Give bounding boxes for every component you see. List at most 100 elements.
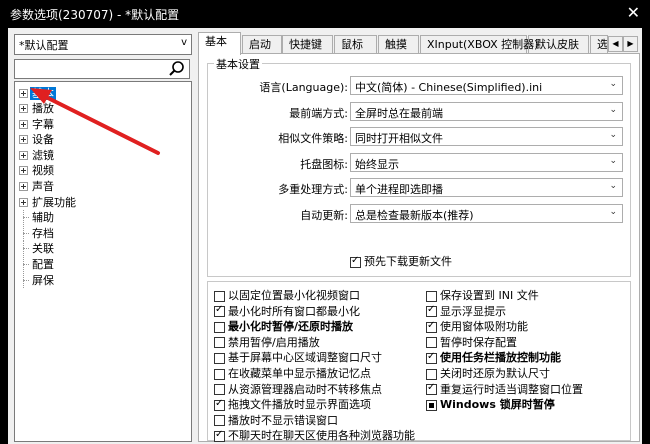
checkbox-label: 在收藏菜单中显示播放记忆点: [228, 367, 371, 380]
tree-item-label: 扩展功能: [32, 195, 76, 209]
tab-item[interactable]: 基本: [198, 32, 241, 55]
expand-plus-icon[interactable]: [19, 135, 28, 145]
checkbox-box[interactable]: [426, 382, 437, 396]
option-checkbox[interactable]: 使用窗体吸附功能: [426, 318, 528, 334]
tree-item-label: 滤镜: [32, 148, 54, 162]
tree-item[interactable]: 基本: [15, 85, 191, 101]
checkbox-box[interactable]: [214, 398, 225, 411]
option-checkbox[interactable]: 保存设置到 INI 文件: [426, 287, 539, 303]
tab-item[interactable]: 快捷键: [282, 35, 333, 54]
checkbox-box[interactable]: [214, 321, 225, 333]
tab-scroll-left-icon[interactable]: ◀: [608, 36, 623, 52]
expand-plus-icon[interactable]: [19, 182, 28, 192]
option-checkbox[interactable]: 以固定位置最小化视频窗口: [214, 287, 360, 303]
checkbox-box[interactable]: [426, 290, 437, 302]
tree-line-icon: [19, 257, 29, 273]
checkbox-box[interactable]: [426, 351, 437, 364]
setting-label: 多重处理方式:: [278, 183, 348, 196]
option-checkbox[interactable]: 显示浮显提示: [426, 303, 506, 319]
checkbox-label: 保存设置到 INI 文件: [440, 289, 539, 302]
option-checkbox[interactable]: 从资源管理器启动时不转移焦点: [214, 381, 382, 397]
option-checkbox[interactable]: Windows 锁屏时暂停: [426, 396, 555, 412]
search-input[interactable]: [17, 61, 167, 77]
setting-dropdown[interactable]: 总是检查最新版本(推荐) ⌄: [350, 203, 623, 223]
option-checkbox[interactable]: 播放时不显示错误窗口: [214, 412, 338, 428]
tree-item[interactable]: 扩展功能: [15, 194, 191, 210]
setting-dropdown[interactable]: 中文(简体) - Chinese(Simplified).ini ⌄: [350, 76, 623, 95]
option-checkbox[interactable]: 基于屏幕中心区域调整窗口尺寸: [214, 349, 382, 365]
option-checkbox[interactable]: 重复运行时适当调整窗口位置: [426, 381, 583, 397]
expand-plus-icon[interactable]: [19, 88, 28, 98]
checkbox-box[interactable]: [350, 255, 361, 268]
tree-item[interactable]: 视频: [15, 163, 191, 179]
checkbox-box[interactable]: [214, 384, 225, 396]
tree-item[interactable]: 辅助: [15, 210, 191, 226]
setting-dropdown[interactable]: 全屏时总在最前端 ⌄: [350, 101, 623, 121]
tab-item[interactable]: 启动: [242, 35, 282, 54]
option-checkbox[interactable]: 最小化时暂停/还原时播放: [214, 318, 353, 334]
search-icon[interactable]: [168, 60, 186, 78]
tab-item[interactable]: 选: [590, 35, 608, 54]
checkbox-box[interactable]: [426, 320, 437, 333]
checkbox-box[interactable]: [214, 352, 225, 364]
tab-item[interactable]: XInput(XBOX 控制器): [420, 35, 538, 54]
tree-item-label: 设备: [32, 133, 54, 147]
tab-item[interactable]: 触摸: [378, 35, 419, 54]
setting-label: 最前端方式:: [289, 106, 348, 120]
chevron-down-icon: ⌄: [609, 181, 617, 191]
setting-dropdown[interactable]: 单个进程即选即播 ⌄: [350, 178, 623, 197]
tree-item[interactable]: 屏保: [15, 272, 191, 288]
setting-dropdown[interactable]: 同时打开相似文件 ⌄: [350, 127, 623, 146]
tree-item[interactable]: 存档: [15, 225, 191, 241]
option-checkbox[interactable]: 在收藏菜单中显示播放记忆点: [214, 365, 371, 381]
setting-label: 自动更新:: [300, 208, 348, 222]
tab-scroll-right-icon[interactable]: ▶: [623, 36, 638, 52]
checkbox-box[interactable]: [426, 368, 437, 380]
tree-item[interactable]: 配置: [15, 257, 191, 273]
tree-item[interactable]: 播放: [15, 101, 191, 117]
tree-item-label: 播放: [32, 102, 54, 116]
checkbox-box[interactable]: [214, 304, 225, 318]
checkbox-label: 播放时不显示错误窗口: [228, 413, 338, 427]
expand-plus-icon[interactable]: [19, 150, 28, 160]
preferences-dialog: *默认配置 v 基本 播放 字幕 设备 滤镜 视频 声音 扩展功能 辅助 存档 关联 配置 屏保 选默认…: [8, 28, 642, 444]
option-checkbox[interactable]: 最小化时所有窗口都最小化: [214, 303, 360, 319]
tree-item[interactable]: 关联: [15, 241, 191, 257]
expand-plus-icon[interactable]: [19, 104, 28, 114]
close-icon[interactable]: ✕: [627, 3, 640, 22]
checkbox-box[interactable]: [214, 290, 225, 302]
expand-plus-icon[interactable]: [19, 119, 28, 129]
tree-item[interactable]: 字幕: [15, 116, 191, 132]
expand-plus-icon[interactable]: [19, 197, 28, 207]
checkbox-box[interactable]: [214, 429, 225, 442]
option-checkbox[interactable]: 拖拽文件播放时显示界面选项: [214, 396, 371, 412]
dropdown-value: 中文(简体) - Chinese(Simplified).ini: [355, 81, 543, 94]
setting-dropdown[interactable]: 始终显示 ⌄: [350, 152, 623, 172]
predownload-checkbox[interactable]: 预先下载更新文件: [350, 253, 452, 269]
option-checkbox[interactable]: 不聊天时在聊天区使用各种浏览器功能: [214, 427, 415, 443]
expand-plus-icon[interactable]: [19, 166, 28, 176]
tree-item[interactable]: 设备: [15, 132, 191, 148]
group-title: 基本设置: [214, 56, 262, 72]
tree-item[interactable]: 声音: [15, 179, 191, 195]
tab-page-basic: 基本设置 语言(Language): 中文(简体) - Chinese(Simpl…: [198, 53, 640, 442]
option-checkbox[interactable]: 使用任务栏播放控制功能: [426, 349, 561, 365]
tab-item[interactable]: 鼠标: [334, 35, 377, 54]
checkbox-box[interactable]: [214, 337, 225, 349]
tree-item[interactable]: 滤镜: [15, 147, 191, 163]
option-checkbox[interactable]: 关闭时还原为默认尺寸: [426, 365, 550, 381]
dropdown-value: 单个进程即选即播: [355, 183, 443, 196]
tree-line-icon: [19, 210, 29, 226]
option-checkbox[interactable]: 暂停时保存配置: [426, 334, 517, 350]
checkbox-label: 预先下载更新文件: [364, 255, 452, 268]
preset-dropdown[interactable]: *默认配置 v: [14, 34, 192, 55]
checkbox-box[interactable]: [426, 304, 437, 318]
checkbox-box[interactable]: [214, 415, 225, 427]
checkbox-box[interactable]: [426, 399, 437, 411]
checkbox-box[interactable]: [214, 368, 225, 380]
checkbox-label: 使用任务栏播放控制功能: [440, 351, 561, 365]
preset-value: *默认配置: [19, 39, 69, 52]
tree-item-label: 视频: [32, 164, 54, 178]
option-checkbox[interactable]: 禁用暂停/启用播放: [214, 334, 320, 350]
checkbox-box[interactable]: [426, 337, 437, 349]
